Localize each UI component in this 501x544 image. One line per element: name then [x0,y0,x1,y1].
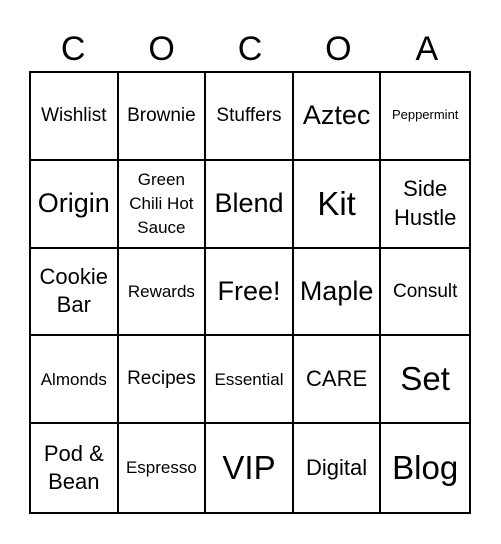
header-letter: O [148,30,175,68]
bingo-cell[interactable]: VIP [206,424,294,512]
bingo-cell[interactable]: Recipes [118,336,207,425]
bingo-grid: Wishlist Brownie Stuffers Aztec Peppermi… [29,71,471,514]
bingo-cell[interactable]: Digital [294,424,382,512]
bingo-cell[interactable]: Peppermint [381,73,469,161]
bingo-cell[interactable]: Wishlist [31,73,119,161]
bingo-cell[interactable]: Maple [293,248,382,337]
bingo-cell[interactable]: Cookie Bar [31,248,119,337]
bingo-cell[interactable]: Brownie [118,73,207,161]
bingo-cell[interactable]: Blend [206,160,294,249]
bingo-cell[interactable]: Stuffers [206,73,294,161]
bingo-cell[interactable]: Aztec [293,73,382,161]
header-letter: A [415,30,439,68]
bingo-header: C O C O A [29,26,471,72]
free-space-cell[interactable]: Free! [206,248,294,337]
header-letter: C [237,30,263,68]
bingo-cell[interactable]: Rewards [118,248,207,337]
bingo-cell[interactable]: Almonds [31,336,119,425]
bingo-cell[interactable]: Green Chili Hot Sauce [118,160,207,249]
bingo-cell[interactable]: Pod & Bean [31,424,119,512]
bingo-cell[interactable]: Blog [381,424,469,512]
bingo-cell[interactable]: Kit [293,160,382,249]
bingo-cell[interactable]: Side Hustle [381,161,469,249]
bingo-cell[interactable]: Consult [381,249,469,337]
header-letter: O [325,30,352,68]
bingo-cell[interactable]: Set [381,336,469,425]
bingo-cell[interactable]: Espresso [119,424,207,512]
bingo-cell[interactable]: Essential [206,336,294,425]
header-letter: C [60,30,86,68]
bingo-cell[interactable]: Origin [31,160,119,249]
bingo-cell[interactable]: CARE [293,336,382,425]
